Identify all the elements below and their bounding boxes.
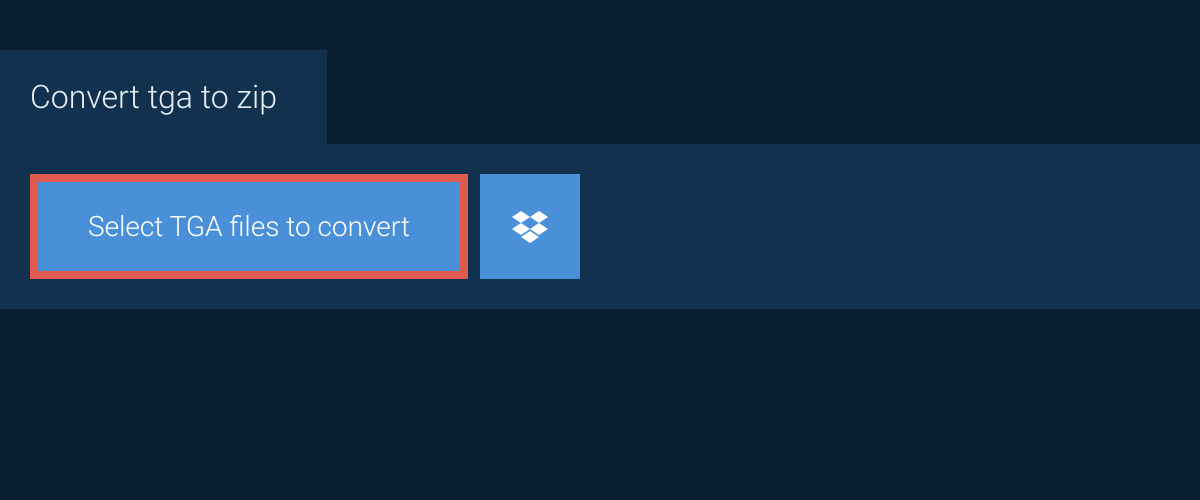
content-panel: Select TGA files to convert: [0, 144, 1200, 309]
page-title: Convert tga to zip: [30, 78, 277, 116]
dropbox-icon: [512, 211, 548, 243]
select-files-button[interactable]: Select TGA files to convert: [30, 174, 468, 279]
tab-header: Convert tga to zip: [0, 50, 327, 144]
dropbox-button[interactable]: [480, 174, 580, 279]
select-files-label: Select TGA files to convert: [88, 210, 410, 243]
button-row: Select TGA files to convert: [30, 174, 1170, 279]
